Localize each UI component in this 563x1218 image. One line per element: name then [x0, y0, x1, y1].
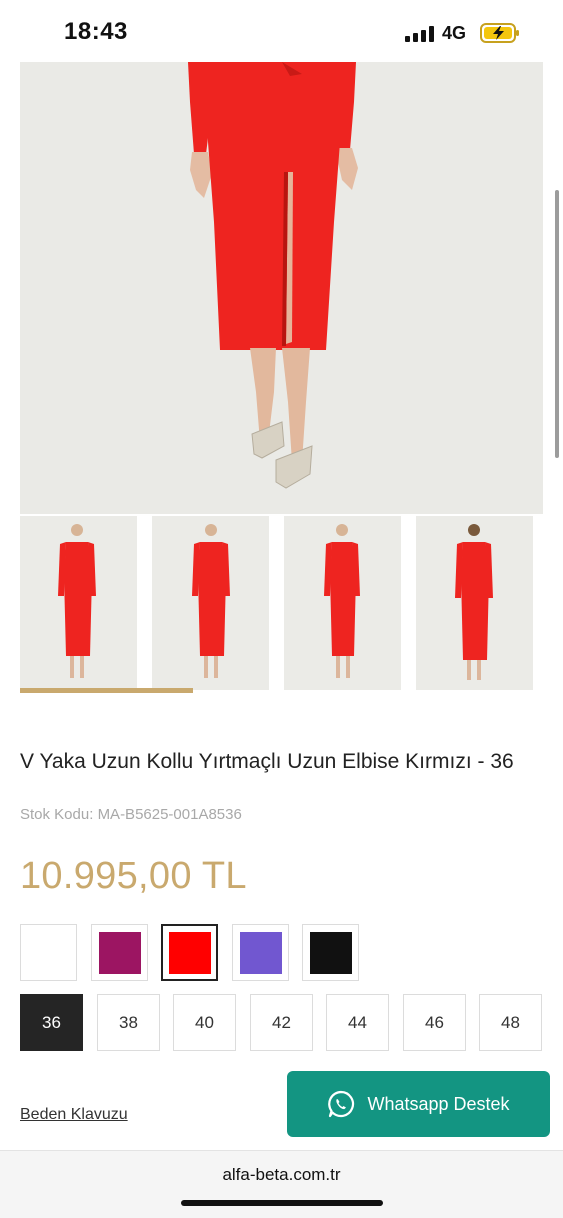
whatsapp-support-button[interactable]: Whatsapp Destek: [287, 1071, 550, 1137]
swatch-fill: [99, 932, 141, 974]
whatsapp-label: Whatsapp Destek: [367, 1093, 510, 1114]
sku-row: Stok Kodu: MA-B5625-001A8536: [20, 806, 242, 823]
status-time: 18:43: [64, 18, 128, 45]
status-bar: 18:43 4G: [0, 0, 563, 62]
color-swatch-white[interactable]: [20, 924, 77, 981]
size-option-44[interactable]: 44: [326, 994, 389, 1051]
dress-illustration: [20, 62, 543, 514]
thumbnail-dress-front: [58, 524, 96, 678]
thumbnail-dress-back: [455, 524, 493, 680]
sku-value: MA-B5625-001A8536: [97, 806, 242, 823]
thumbnail-2[interactable]: [152, 516, 269, 690]
size-option-46[interactable]: 46: [403, 994, 466, 1051]
size-option-42[interactable]: 42: [250, 994, 313, 1051]
swatch-fill: [28, 932, 70, 974]
color-swatch-black[interactable]: [302, 924, 359, 981]
network-label: 4G: [442, 23, 467, 43]
color-swatch-red[interactable]: [161, 924, 218, 981]
signal-icon: [405, 26, 435, 42]
size-option-38[interactable]: 38: [97, 994, 160, 1051]
home-indicator[interactable]: [181, 1200, 383, 1206]
product-title: V Yaka Uzun Kollu Yırtmaçlı Uzun Elbise …: [20, 750, 514, 773]
battery-icon: [480, 23, 519, 43]
page-scrollbar[interactable]: [555, 190, 559, 458]
browser-url-bar[interactable]: alfa-beta.com.tr: [0, 1150, 563, 1218]
url-text: alfa-beta.com.tr: [222, 1165, 341, 1184]
color-swatch-magenta[interactable]: [91, 924, 148, 981]
gallery-progress-bar: [20, 688, 193, 693]
thumbnail-dress-front: [192, 524, 230, 678]
thumbnail-gallery: [20, 516, 543, 692]
whatsapp-icon: [328, 1090, 355, 1118]
size-option-48[interactable]: 48: [479, 994, 542, 1051]
product-main-image[interactable]: [20, 62, 543, 514]
size-option-36[interactable]: 36: [20, 994, 83, 1051]
thumbnail-4[interactable]: [416, 516, 533, 690]
thumbnail-3[interactable]: [284, 516, 401, 690]
size-guide-link[interactable]: Beden Klavuzu: [20, 1106, 128, 1124]
swatch-fill: [240, 932, 282, 974]
swatch-fill: [169, 932, 211, 974]
product-price: 10.995,00 TL: [20, 855, 247, 897]
thumbnail-dress-side: [324, 524, 360, 678]
sku-label: Stok Kodu:: [20, 806, 94, 823]
size-option-40[interactable]: 40: [173, 994, 236, 1051]
swatch-fill: [310, 932, 352, 974]
thumbnail-1[interactable]: [20, 516, 137, 690]
color-swatch-purple[interactable]: [232, 924, 289, 981]
